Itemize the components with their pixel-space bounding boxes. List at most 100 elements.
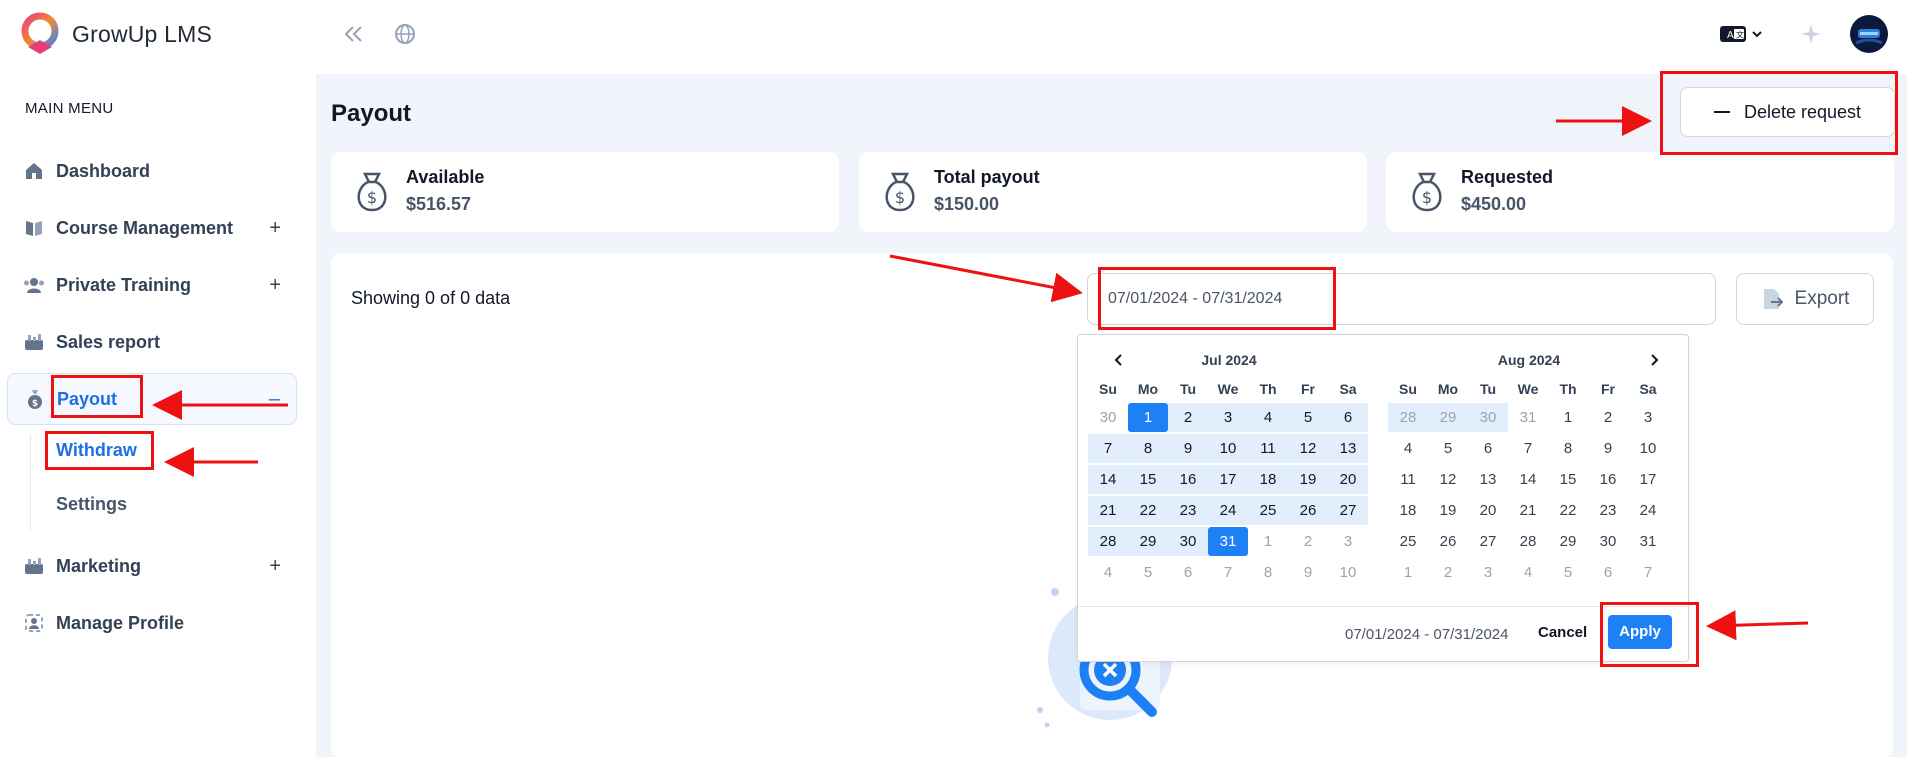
calendar-day[interactable]: 26 [1428,527,1468,556]
calendar-day[interactable]: 8 [1548,434,1588,463]
calendar-day[interactable]: 17 [1628,465,1668,494]
calendar-day[interactable]: 18 [1248,465,1288,494]
calendar-day[interactable]: 9 [1288,558,1328,587]
calendar-day[interactable]: 2 [1428,558,1468,587]
calendar-day[interactable]: 5 [1548,558,1588,587]
sidebar-item-course-management[interactable]: Course Management + [7,202,297,254]
calendar-day[interactable]: 7 [1508,434,1548,463]
sidebar-item-private-training[interactable]: Private Training + [7,259,297,311]
calendar-day[interactable]: 7 [1088,434,1128,463]
expand-icon[interactable]: + [269,274,281,297]
calendar-day[interactable]: 18 [1388,496,1428,525]
calendar-day[interactable]: 27 [1468,527,1508,556]
sidebar-item-sales-report[interactable]: Sales report [7,316,297,368]
calendar-day[interactable]: 2 [1288,527,1328,556]
expand-icon[interactable]: + [269,217,281,240]
calendar-day[interactable]: 8 [1128,434,1168,463]
export-button[interactable]: Export [1736,273,1874,325]
calendar-day[interactable]: 30 [1588,527,1628,556]
calendar-day[interactable]: 19 [1288,465,1328,494]
calendar-day[interactable]: 14 [1088,465,1128,494]
calendar-day[interactable]: 6 [1468,434,1508,463]
previous-month-icon[interactable] [1108,349,1130,371]
calendar-day[interactable]: 24 [1208,496,1248,525]
calendar-day[interactable]: 29 [1548,527,1588,556]
next-month-icon[interactable] [1643,349,1665,371]
calendar-day[interactable]: 16 [1588,465,1628,494]
language-switcher[interactable]: A文 [1717,20,1767,48]
calendar-day[interactable]: 12 [1288,434,1328,463]
calendar-day[interactable]: 25 [1248,496,1288,525]
calendar-day[interactable]: 7 [1628,558,1668,587]
calendar-day[interactable]: 5 [1428,434,1468,463]
brand[interactable]: GrowUp LMS [18,12,212,56]
calendar-day[interactable]: 15 [1128,465,1168,494]
calendar-day[interactable]: 5 [1128,558,1168,587]
calendar-day[interactable]: 31 [1628,527,1668,556]
calendar-day[interactable]: 12 [1428,465,1468,494]
sidebar-item-dashboard[interactable]: Dashboard [7,145,297,197]
calendar-day[interactable]: 6 [1168,558,1208,587]
sidebar-item-marketing[interactable]: Marketing + [7,540,297,592]
calendar-day[interactable]: 1 [1388,558,1428,587]
calendar-day[interactable]: 25 [1388,527,1428,556]
calendar-day[interactable]: 9 [1588,434,1628,463]
sparkle-icon[interactable] [1797,20,1825,48]
calendar-day[interactable]: 3 [1208,403,1248,432]
calendar-day[interactable]: 9 [1168,434,1208,463]
calendar-day[interactable]: 16 [1168,465,1208,494]
calendar-day[interactable]: 10 [1208,434,1248,463]
calendar-day[interactable]: 8 [1248,558,1288,587]
calendar-day[interactable]: 4 [1388,434,1428,463]
calendar-day[interactable]: 30 [1468,403,1508,432]
calendar-day[interactable]: 6 [1588,558,1628,587]
calendar-day[interactable]: 31 [1508,403,1548,432]
calendar-day[interactable]: 4 [1088,558,1128,587]
calendar-day[interactable]: 31 [1208,527,1248,556]
calendar-day[interactable]: 10 [1328,558,1368,587]
calendar-day[interactable]: 24 [1628,496,1668,525]
calendar-day[interactable]: 1 [1248,527,1288,556]
calendar-day[interactable]: 28 [1388,403,1428,432]
sidebar-item-manage-profile[interactable]: Manage Profile [7,597,297,649]
calendar-day[interactable]: 28 [1088,527,1128,556]
calendar-day[interactable]: 3 [1628,403,1668,432]
calendar-day[interactable]: 3 [1328,527,1368,556]
calendar-day[interactable]: 30 [1168,527,1208,556]
globe-icon[interactable] [391,20,419,48]
calendar-day[interactable]: 29 [1128,527,1168,556]
calendar-day[interactable]: 11 [1388,465,1428,494]
calendar-day[interactable]: 21 [1508,496,1548,525]
calendar-day[interactable]: 4 [1508,558,1548,587]
cancel-button[interactable]: Cancel [1538,624,1587,641]
calendar-day[interactable]: 1 [1128,403,1168,432]
calendar-day[interactable]: 5 [1288,403,1328,432]
sidebar-subitem-settings[interactable]: Settings [56,494,127,515]
calendar-day[interactable]: 3 [1468,558,1508,587]
calendar-day[interactable]: 19 [1428,496,1468,525]
collapse-icon[interactable]: – [269,388,280,411]
calendar-day[interactable]: 2 [1588,403,1628,432]
calendar-day[interactable]: 11 [1248,434,1288,463]
calendar-day[interactable]: 22 [1548,496,1588,525]
calendar-day[interactable]: 23 [1168,496,1208,525]
calendar-day[interactable]: 23 [1588,496,1628,525]
calendar-day[interactable]: 13 [1328,434,1368,463]
calendar-day[interactable]: 13 [1468,465,1508,494]
calendar-day[interactable]: 30 [1088,403,1128,432]
calendar-day[interactable]: 21 [1088,496,1128,525]
user-avatar[interactable] [1850,15,1888,53]
calendar-day[interactable]: 2 [1168,403,1208,432]
calendar-day[interactable]: 20 [1468,496,1508,525]
calendar-day[interactable]: 4 [1248,403,1288,432]
calendar-day[interactable]: 20 [1328,465,1368,494]
calendar-day[interactable]: 15 [1548,465,1588,494]
calendar-day[interactable]: 17 [1208,465,1248,494]
calendar-day[interactable]: 22 [1128,496,1168,525]
expand-icon[interactable]: + [269,555,281,578]
calendar-day[interactable]: 27 [1328,496,1368,525]
calendar-day[interactable]: 29 [1428,403,1468,432]
calendar-day[interactable]: 14 [1508,465,1548,494]
collapse-sidebar-icon[interactable] [340,20,368,48]
calendar-day[interactable]: 1 [1548,403,1588,432]
